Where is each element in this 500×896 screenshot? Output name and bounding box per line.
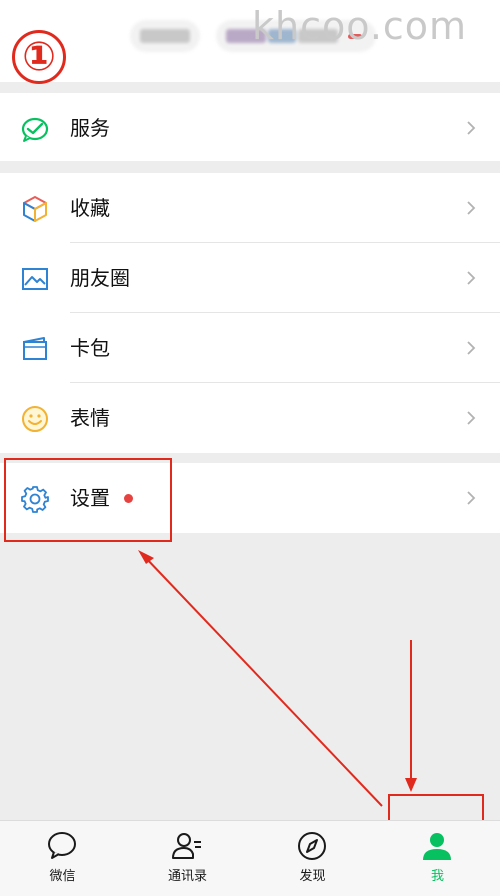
chevron-right-icon bbox=[467, 121, 476, 135]
services-group: 服务 bbox=[0, 93, 500, 161]
contacts-icon bbox=[172, 833, 201, 859]
tab-label-me: 我 bbox=[430, 869, 444, 884]
chevron-right-icon bbox=[467, 491, 476, 505]
chat-bubble-icon bbox=[48, 832, 76, 859]
settings-highlight-box bbox=[4, 458, 172, 542]
bottom-tab-bar: 微信 通讯录 发现 我 bbox=[0, 820, 500, 896]
profile-header[interactable]: khcoo.com ① bbox=[0, 0, 500, 84]
tab-label-discover: 发现 bbox=[299, 869, 326, 884]
tab-contacts[interactable]: 通讯录 bbox=[125, 821, 250, 896]
menu-item-favorites[interactable]: 收藏 bbox=[0, 173, 500, 243]
compass-icon bbox=[298, 832, 326, 860]
tab-label-contacts: 通讯录 bbox=[167, 869, 207, 884]
tab-me[interactable]: 我 bbox=[375, 821, 500, 896]
image-icon bbox=[22, 268, 48, 290]
chevron-right-icon bbox=[467, 271, 476, 285]
smile-icon bbox=[22, 406, 48, 432]
tab-label-chats: 微信 bbox=[49, 869, 76, 884]
blurred-info-pill bbox=[130, 20, 200, 52]
menu-item-moments[interactable]: 朋友圈 bbox=[0, 243, 500, 313]
person-icon bbox=[423, 833, 451, 860]
chevron-right-icon bbox=[467, 341, 476, 355]
menu-label-services: 服务 bbox=[70, 116, 110, 140]
menu-item-services[interactable]: 服务 bbox=[0, 93, 500, 163]
menu-label-moments: 朋友圈 bbox=[70, 266, 130, 290]
menu-label-cards: 卡包 bbox=[70, 336, 110, 360]
features-group: 收藏 朋友圈 卡包 表情 bbox=[0, 173, 500, 453]
chevron-right-icon bbox=[467, 201, 476, 215]
chevron-right-icon bbox=[467, 411, 476, 425]
menu-item-cards[interactable]: 卡包 bbox=[0, 313, 500, 383]
tab-chats[interactable]: 微信 bbox=[0, 821, 125, 896]
menu-item-stickers[interactable]: 表情 bbox=[0, 383, 500, 453]
wallet-icon bbox=[23, 337, 47, 360]
tab-discover[interactable]: 发现 bbox=[250, 821, 375, 896]
menu-label-favorites: 收藏 bbox=[70, 196, 110, 220]
step-marker: ① bbox=[12, 30, 66, 84]
menu-label-stickers: 表情 bbox=[70, 406, 110, 430]
watermark: khcoo.com bbox=[252, 4, 468, 48]
cube-icon bbox=[23, 196, 47, 222]
wechat-pay-check-icon bbox=[21, 117, 49, 142]
